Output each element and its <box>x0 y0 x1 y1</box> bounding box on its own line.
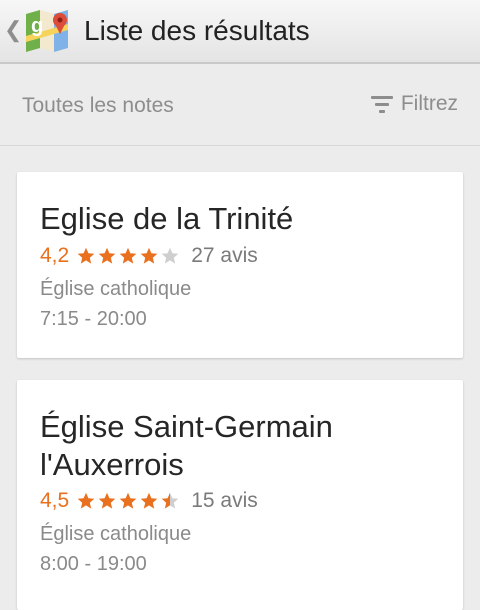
rating-score: 4,2 <box>40 244 70 267</box>
star-full-icon <box>77 247 95 264</box>
place-category: Église catholique <box>40 278 192 300</box>
review-count: 15 avis <box>191 489 258 512</box>
star-rating <box>77 492 179 510</box>
star-full-icon <box>98 492 116 509</box>
place-name: Église Saint-Germain l'Auxerrois <box>40 409 333 482</box>
google-maps-icon[interactable]: g <box>22 8 72 54</box>
rating-score: 4,5 <box>40 489 70 512</box>
rating-row: 4,5 15 avis <box>40 489 258 513</box>
page-title: Liste des résultats <box>84 15 310 46</box>
star-full-icon <box>119 247 137 264</box>
place-name: Eglise de la Trinité <box>40 201 294 236</box>
back-chevron-icon[interactable]: ❮ <box>4 16 22 44</box>
filter-icon <box>370 95 393 113</box>
rating-row: 4,2 27 avis <box>40 244 258 268</box>
svg-text:g: g <box>31 15 43 37</box>
filter-button[interactable]: Filtrez <box>370 92 458 116</box>
rating-sort-dropdown[interactable]: Toutes les notes <box>22 94 174 118</box>
review-count: 27 avis <box>191 244 258 267</box>
star-half-icon <box>161 492 179 509</box>
star-rating <box>77 247 179 265</box>
action-bar: ❮ g Liste des résultats <box>0 0 480 64</box>
result-card[interactable]: Eglise de la Trinité 4,2 27 avis Église … <box>17 172 463 358</box>
star-empty-icon <box>161 247 179 264</box>
opening-hours: 7:15 - 20:00 <box>40 308 147 330</box>
result-card[interactable]: Église Saint-Germain l'Auxerrois 4,5 15 … <box>17 380 463 610</box>
star-full-icon <box>140 247 158 264</box>
filter-bar: Toutes les notes Filtrez <box>0 66 480 146</box>
star-full-icon <box>98 247 116 264</box>
opening-hours: 8:00 - 19:00 <box>40 553 147 575</box>
place-category: Église catholique <box>40 523 192 545</box>
star-full-icon <box>119 492 137 509</box>
star-full-icon <box>140 492 158 509</box>
star-full-icon <box>77 492 95 509</box>
filter-label: Filtrez <box>400 92 458 115</box>
